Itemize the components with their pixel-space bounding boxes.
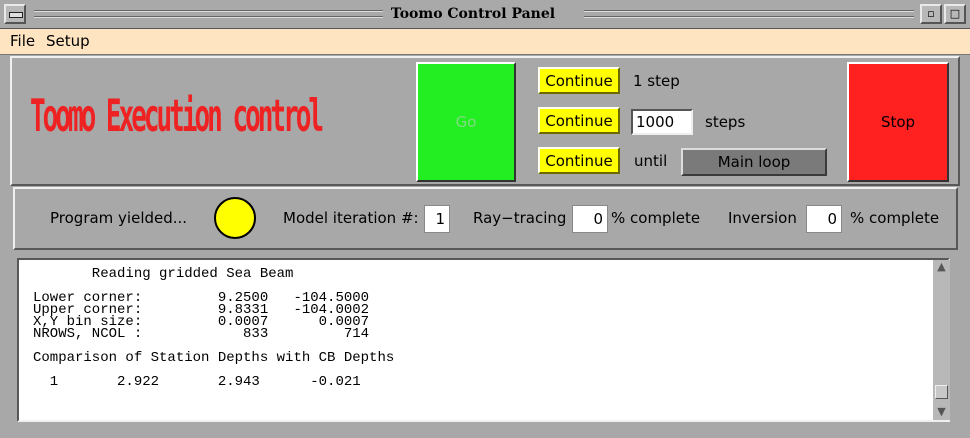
inversion-suffix: % complete (850, 209, 940, 227)
console-text: Reading gridded Sea Beam Lower corner: 9… (33, 266, 395, 390)
model-iteration-label: Model iteration #: (283, 209, 419, 227)
menu-bar: File Setup (0, 29, 970, 55)
execution-control-logo: Toomo Execution control (30, 92, 324, 143)
until-target-button[interactable]: Main loop (681, 148, 827, 176)
scroll-up-icon[interactable]: ▲ (935, 261, 948, 273)
console-output[interactable]: Reading gridded Sea Beam Lower corner: 9… (17, 258, 950, 422)
window-title: Toomo Control Panel (30, 4, 916, 24)
scroll-down-icon[interactable]: ▼ (935, 406, 948, 418)
title-bar[interactable]: Toomo Control Panel ▫ □ (0, 0, 970, 29)
raytracing-suffix: % complete (611, 209, 701, 227)
model-iteration-value: 1 (424, 205, 450, 233)
go-button[interactable]: Go (416, 62, 516, 182)
until-label: until (634, 152, 668, 170)
continue-steps-button[interactable]: Continue (538, 107, 620, 134)
program-state-label: Program yielded... (50, 209, 188, 227)
scroll-thumb[interactable] (935, 385, 948, 399)
steps-input[interactable]: 1000 (631, 109, 693, 135)
continue-step-button[interactable]: Continue (538, 67, 620, 94)
status-indicator-light (214, 197, 256, 239)
continue-until-button[interactable]: Continue (538, 147, 620, 174)
minimize-icon[interactable]: ▫ (920, 4, 942, 24)
raytracing-label: Ray−tracing (473, 209, 567, 227)
inversion-value: 0 (806, 205, 842, 233)
raytracing-value: 0 (572, 205, 608, 233)
step-label: 1 step (633, 72, 680, 90)
window-menu-icon[interactable] (4, 4, 26, 24)
maximize-icon[interactable]: □ (944, 4, 966, 24)
inversion-label: Inversion (728, 209, 797, 227)
console-scrollbar[interactable]: ▲ ▼ (933, 260, 950, 420)
menu-file[interactable]: File (10, 32, 35, 50)
stop-button[interactable]: Stop (847, 62, 949, 182)
steps-label: steps (705, 113, 746, 131)
menu-setup[interactable]: Setup (46, 32, 90, 50)
